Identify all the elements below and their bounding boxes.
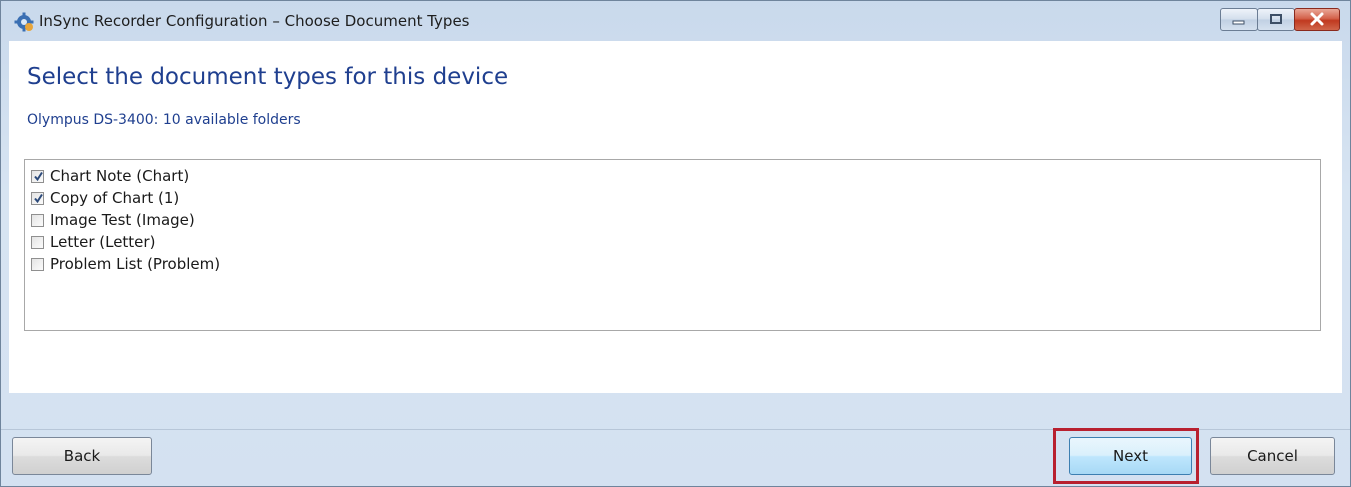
- window-controls: [1220, 8, 1340, 31]
- list-item-problem-list[interactable]: Problem List (Problem): [31, 253, 220, 275]
- checkbox[interactable]: [31, 257, 44, 271]
- back-button[interactable]: Back: [12, 437, 152, 475]
- checkbox[interactable]: [31, 235, 44, 249]
- checkbox[interactable]: [31, 169, 44, 183]
- checkbox[interactable]: [31, 191, 44, 205]
- button-bar: Back Next Cancel: [1, 429, 1350, 486]
- gear-icon: [14, 12, 34, 32]
- document-types-list[interactable]: Chart Note (Chart) Copy of Chart (1) Ima…: [24, 159, 1321, 331]
- page-heading: Select the document types for this devic…: [27, 64, 509, 90]
- app-window: InSync Recorder Configuration – Choose D…: [0, 0, 1351, 487]
- list-item-label: Copy of Chart (1): [50, 189, 180, 207]
- checkmark-icon: [34, 193, 43, 203]
- minimize-button[interactable]: [1220, 8, 1258, 31]
- next-button[interactable]: Next: [1069, 437, 1192, 475]
- list-item-label: Problem List (Problem): [50, 255, 221, 273]
- list-item-image-test[interactable]: Image Test (Image): [31, 209, 195, 231]
- maximize-button[interactable]: [1257, 8, 1295, 31]
- list-item-copy-of-chart[interactable]: Copy of Chart (1): [31, 187, 179, 209]
- checkmark-icon: [34, 171, 43, 181]
- list-item-label: Chart Note (Chart): [50, 167, 190, 185]
- window-title: InSync Recorder Configuration – Choose D…: [39, 12, 470, 30]
- list-item-label: Letter (Letter): [50, 233, 156, 251]
- device-folders-info: Olympus DS-3400: 10 available folders: [27, 112, 301, 128]
- close-button[interactable]: [1294, 8, 1340, 31]
- list-item-chart-note[interactable]: Chart Note (Chart): [31, 165, 189, 187]
- cancel-button[interactable]: Cancel: [1210, 437, 1335, 475]
- list-item-letter[interactable]: Letter (Letter): [31, 231, 155, 253]
- list-item-label: Image Test (Image): [50, 211, 195, 229]
- title-bar[interactable]: InSync Recorder Configuration – Choose D…: [1, 1, 1350, 41]
- checkbox[interactable]: [31, 213, 44, 227]
